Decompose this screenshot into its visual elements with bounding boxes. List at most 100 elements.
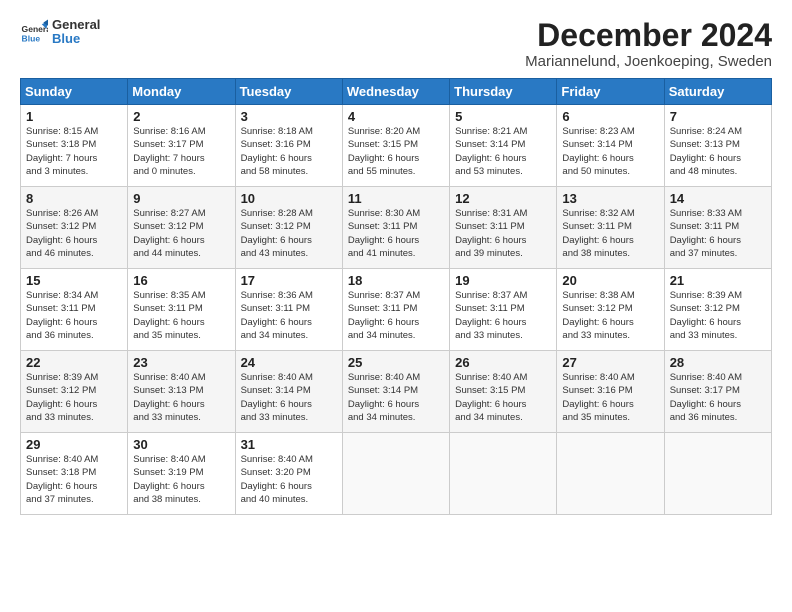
calendar-cell: 28Sunrise: 8:40 AM Sunset: 3:17 PM Dayli… bbox=[664, 351, 771, 433]
cell-info: Sunrise: 8:40 AM Sunset: 3:13 PM Dayligh… bbox=[133, 371, 229, 424]
calendar-cell: 11Sunrise: 8:30 AM Sunset: 3:11 PM Dayli… bbox=[342, 187, 449, 269]
logo-icon: General Blue bbox=[20, 18, 48, 46]
calendar-cell: 15Sunrise: 8:34 AM Sunset: 3:11 PM Dayli… bbox=[21, 269, 128, 351]
cell-info: Sunrise: 8:28 AM Sunset: 3:12 PM Dayligh… bbox=[241, 207, 337, 260]
cell-info: Sunrise: 8:39 AM Sunset: 3:12 PM Dayligh… bbox=[670, 289, 766, 342]
day-number: 28 bbox=[670, 355, 766, 370]
cell-info: Sunrise: 8:27 AM Sunset: 3:12 PM Dayligh… bbox=[133, 207, 229, 260]
cell-info: Sunrise: 8:26 AM Sunset: 3:12 PM Dayligh… bbox=[26, 207, 122, 260]
calendar-cell: 21Sunrise: 8:39 AM Sunset: 3:12 PM Dayli… bbox=[664, 269, 771, 351]
cell-info: Sunrise: 8:40 AM Sunset: 3:14 PM Dayligh… bbox=[241, 371, 337, 424]
header: General Blue General Blue December 2024 … bbox=[20, 18, 772, 70]
svg-text:Blue: Blue bbox=[22, 34, 41, 44]
calendar-cell: 1Sunrise: 8:15 AM Sunset: 3:18 PM Daylig… bbox=[21, 105, 128, 187]
day-number: 1 bbox=[26, 109, 122, 124]
day-number: 19 bbox=[455, 273, 551, 288]
col-header-saturday: Saturday bbox=[664, 79, 771, 105]
cell-info: Sunrise: 8:39 AM Sunset: 3:12 PM Dayligh… bbox=[26, 371, 122, 424]
day-number: 15 bbox=[26, 273, 122, 288]
day-number: 3 bbox=[241, 109, 337, 124]
day-number: 30 bbox=[133, 437, 229, 452]
day-number: 24 bbox=[241, 355, 337, 370]
cell-info: Sunrise: 8:15 AM Sunset: 3:18 PM Dayligh… bbox=[26, 125, 122, 178]
calendar-week-2: 8Sunrise: 8:26 AM Sunset: 3:12 PM Daylig… bbox=[21, 187, 772, 269]
cell-info: Sunrise: 8:24 AM Sunset: 3:13 PM Dayligh… bbox=[670, 125, 766, 178]
col-header-monday: Monday bbox=[128, 79, 235, 105]
calendar-cell: 12Sunrise: 8:31 AM Sunset: 3:11 PM Dayli… bbox=[450, 187, 557, 269]
col-header-tuesday: Tuesday bbox=[235, 79, 342, 105]
day-number: 17 bbox=[241, 273, 337, 288]
calendar-cell: 4Sunrise: 8:20 AM Sunset: 3:15 PM Daylig… bbox=[342, 105, 449, 187]
calendar-cell: 22Sunrise: 8:39 AM Sunset: 3:12 PM Dayli… bbox=[21, 351, 128, 433]
cell-info: Sunrise: 8:21 AM Sunset: 3:14 PM Dayligh… bbox=[455, 125, 551, 178]
calendar-cell: 29Sunrise: 8:40 AM Sunset: 3:18 PM Dayli… bbox=[21, 433, 128, 515]
calendar-cell bbox=[342, 433, 449, 515]
col-header-sunday: Sunday bbox=[21, 79, 128, 105]
logo-general: General bbox=[52, 18, 100, 32]
day-number: 10 bbox=[241, 191, 337, 206]
cell-info: Sunrise: 8:40 AM Sunset: 3:16 PM Dayligh… bbox=[562, 371, 658, 424]
day-number: 26 bbox=[455, 355, 551, 370]
calendar-cell: 6Sunrise: 8:23 AM Sunset: 3:14 PM Daylig… bbox=[557, 105, 664, 187]
day-number: 29 bbox=[26, 437, 122, 452]
day-number: 7 bbox=[670, 109, 766, 124]
calendar-cell: 31Sunrise: 8:40 AM Sunset: 3:20 PM Dayli… bbox=[235, 433, 342, 515]
day-number: 13 bbox=[562, 191, 658, 206]
page: General Blue General Blue December 2024 … bbox=[0, 0, 792, 525]
title-block: December 2024 Mariannelund, Joenkoeping,… bbox=[525, 18, 772, 70]
calendar-cell: 20Sunrise: 8:38 AM Sunset: 3:12 PM Dayli… bbox=[557, 269, 664, 351]
calendar-cell: 13Sunrise: 8:32 AM Sunset: 3:11 PM Dayli… bbox=[557, 187, 664, 269]
day-number: 31 bbox=[241, 437, 337, 452]
cell-info: Sunrise: 8:23 AM Sunset: 3:14 PM Dayligh… bbox=[562, 125, 658, 178]
calendar-week-4: 22Sunrise: 8:39 AM Sunset: 3:12 PM Dayli… bbox=[21, 351, 772, 433]
calendar-week-1: 1Sunrise: 8:15 AM Sunset: 3:18 PM Daylig… bbox=[21, 105, 772, 187]
day-number: 4 bbox=[348, 109, 444, 124]
cell-info: Sunrise: 8:16 AM Sunset: 3:17 PM Dayligh… bbox=[133, 125, 229, 178]
day-number: 21 bbox=[670, 273, 766, 288]
day-number: 9 bbox=[133, 191, 229, 206]
col-header-friday: Friday bbox=[557, 79, 664, 105]
calendar-cell: 19Sunrise: 8:37 AM Sunset: 3:11 PM Dayli… bbox=[450, 269, 557, 351]
cell-info: Sunrise: 8:37 AM Sunset: 3:11 PM Dayligh… bbox=[348, 289, 444, 342]
cell-info: Sunrise: 8:34 AM Sunset: 3:11 PM Dayligh… bbox=[26, 289, 122, 342]
cell-info: Sunrise: 8:33 AM Sunset: 3:11 PM Dayligh… bbox=[670, 207, 766, 260]
calendar-cell: 17Sunrise: 8:36 AM Sunset: 3:11 PM Dayli… bbox=[235, 269, 342, 351]
cell-info: Sunrise: 8:32 AM Sunset: 3:11 PM Dayligh… bbox=[562, 207, 658, 260]
main-title: December 2024 bbox=[525, 18, 772, 53]
calendar-week-3: 15Sunrise: 8:34 AM Sunset: 3:11 PM Dayli… bbox=[21, 269, 772, 351]
cell-info: Sunrise: 8:40 AM Sunset: 3:15 PM Dayligh… bbox=[455, 371, 551, 424]
calendar-cell: 8Sunrise: 8:26 AM Sunset: 3:12 PM Daylig… bbox=[21, 187, 128, 269]
cell-info: Sunrise: 8:38 AM Sunset: 3:12 PM Dayligh… bbox=[562, 289, 658, 342]
day-number: 16 bbox=[133, 273, 229, 288]
calendar-cell bbox=[664, 433, 771, 515]
calendar-cell: 25Sunrise: 8:40 AM Sunset: 3:14 PM Dayli… bbox=[342, 351, 449, 433]
calendar-cell: 5Sunrise: 8:21 AM Sunset: 3:14 PM Daylig… bbox=[450, 105, 557, 187]
subtitle: Mariannelund, Joenkoeping, Sweden bbox=[525, 53, 772, 70]
calendar-cell: 2Sunrise: 8:16 AM Sunset: 3:17 PM Daylig… bbox=[128, 105, 235, 187]
calendar-cell: 7Sunrise: 8:24 AM Sunset: 3:13 PM Daylig… bbox=[664, 105, 771, 187]
calendar-cell bbox=[450, 433, 557, 515]
col-header-wednesday: Wednesday bbox=[342, 79, 449, 105]
day-number: 20 bbox=[562, 273, 658, 288]
calendar-cell: 3Sunrise: 8:18 AM Sunset: 3:16 PM Daylig… bbox=[235, 105, 342, 187]
calendar-cell: 26Sunrise: 8:40 AM Sunset: 3:15 PM Dayli… bbox=[450, 351, 557, 433]
day-number: 22 bbox=[26, 355, 122, 370]
calendar-cell bbox=[557, 433, 664, 515]
cell-info: Sunrise: 8:40 AM Sunset: 3:20 PM Dayligh… bbox=[241, 453, 337, 506]
calendar-table: SundayMondayTuesdayWednesdayThursdayFrid… bbox=[20, 78, 772, 515]
calendar-cell: 10Sunrise: 8:28 AM Sunset: 3:12 PM Dayli… bbox=[235, 187, 342, 269]
calendar-cell: 9Sunrise: 8:27 AM Sunset: 3:12 PM Daylig… bbox=[128, 187, 235, 269]
cell-info: Sunrise: 8:36 AM Sunset: 3:11 PM Dayligh… bbox=[241, 289, 337, 342]
day-number: 2 bbox=[133, 109, 229, 124]
calendar-header-row: SundayMondayTuesdayWednesdayThursdayFrid… bbox=[21, 79, 772, 105]
calendar-cell: 30Sunrise: 8:40 AM Sunset: 3:19 PM Dayli… bbox=[128, 433, 235, 515]
cell-info: Sunrise: 8:37 AM Sunset: 3:11 PM Dayligh… bbox=[455, 289, 551, 342]
cell-info: Sunrise: 8:20 AM Sunset: 3:15 PM Dayligh… bbox=[348, 125, 444, 178]
col-header-thursday: Thursday bbox=[450, 79, 557, 105]
day-number: 5 bbox=[455, 109, 551, 124]
day-number: 8 bbox=[26, 191, 122, 206]
calendar-cell: 23Sunrise: 8:40 AM Sunset: 3:13 PM Dayli… bbox=[128, 351, 235, 433]
day-number: 11 bbox=[348, 191, 444, 206]
logo: General Blue General Blue bbox=[20, 18, 100, 47]
cell-info: Sunrise: 8:18 AM Sunset: 3:16 PM Dayligh… bbox=[241, 125, 337, 178]
